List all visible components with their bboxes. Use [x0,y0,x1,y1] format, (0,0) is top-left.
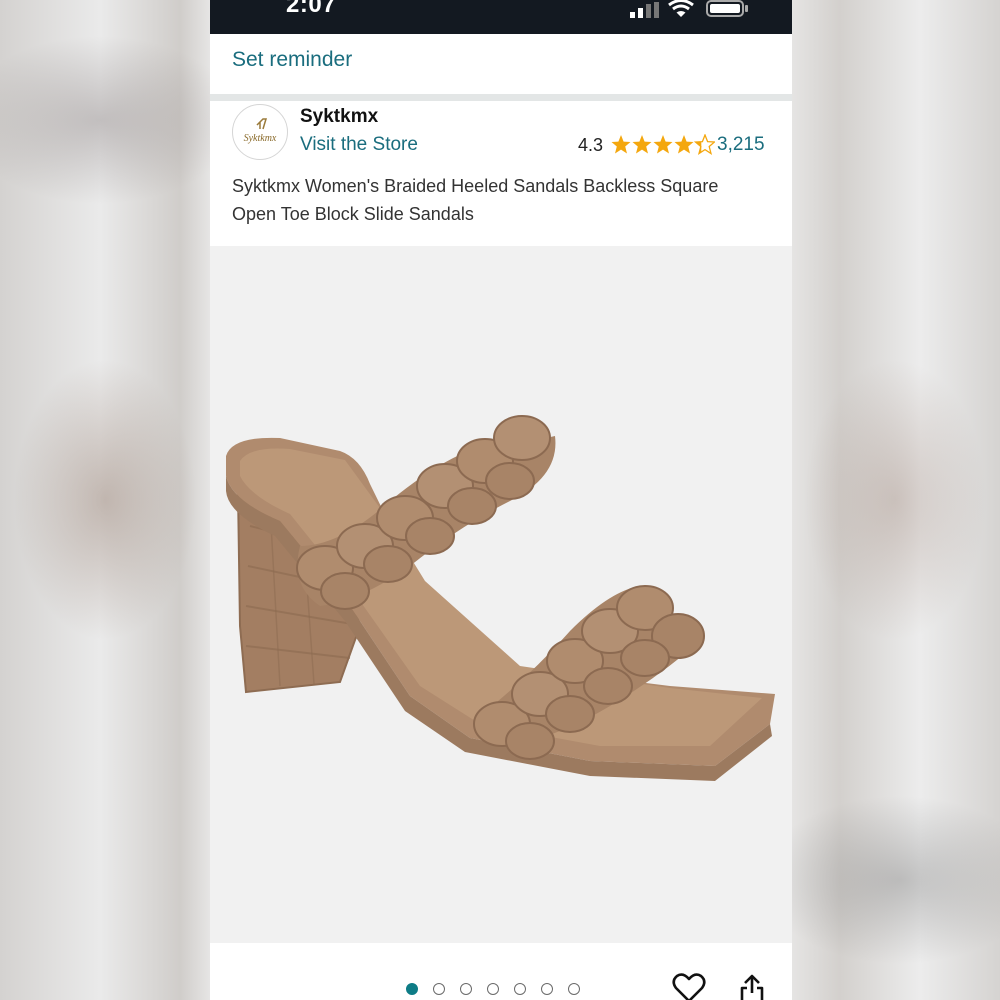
product-title: Syktkmx Women's Braided Heeled Sandals B… [232,176,719,224]
star-half-icon [693,134,715,155]
image-pager[interactable] [406,983,580,995]
phone-screen: 2:07 Set reminder Syktkmx Syktkmx Visit … [210,0,792,1000]
star-icon [653,135,673,154]
reminder-row: Set reminder [210,34,792,94]
share-icon[interactable] [737,973,767,1000]
battery-icon [706,0,748,17]
store-logo[interactable]: Syktkmx [232,104,288,160]
star-icon [632,135,652,154]
store-logo-image: Syktkmx [244,118,277,144]
star-icon [611,135,631,154]
status-time: 2:07 [286,0,337,18]
pager-dot[interactable] [487,983,499,995]
product-image[interactable] [210,246,792,943]
pager-dot[interactable] [460,983,472,995]
wifi-icon [668,0,694,17]
rating-value: 4.3 [578,135,604,155]
star-rating[interactable] [611,134,715,156]
set-reminder-link[interactable]: Set reminder [232,48,352,72]
pager-dot[interactable] [406,983,418,995]
pager-dot[interactable] [433,983,445,995]
review-count-link[interactable]: 3,215 [717,134,765,156]
section-divider [210,94,792,101]
gallery-controls [210,943,792,1000]
star-icon [674,135,694,154]
visit-store-link[interactable]: Visit the Store [300,134,418,156]
status-bar: 2:07 [210,0,792,34]
store-logo-text: Syktkmx [244,133,277,144]
sandal-image [226,415,775,781]
brand-name: Syktkmx [300,106,379,127]
signal-icon [630,2,659,18]
pager-dot[interactable] [514,983,526,995]
pager-dot[interactable] [541,983,553,995]
pager-dot[interactable] [568,983,580,995]
heart-icon[interactable] [672,973,706,1000]
